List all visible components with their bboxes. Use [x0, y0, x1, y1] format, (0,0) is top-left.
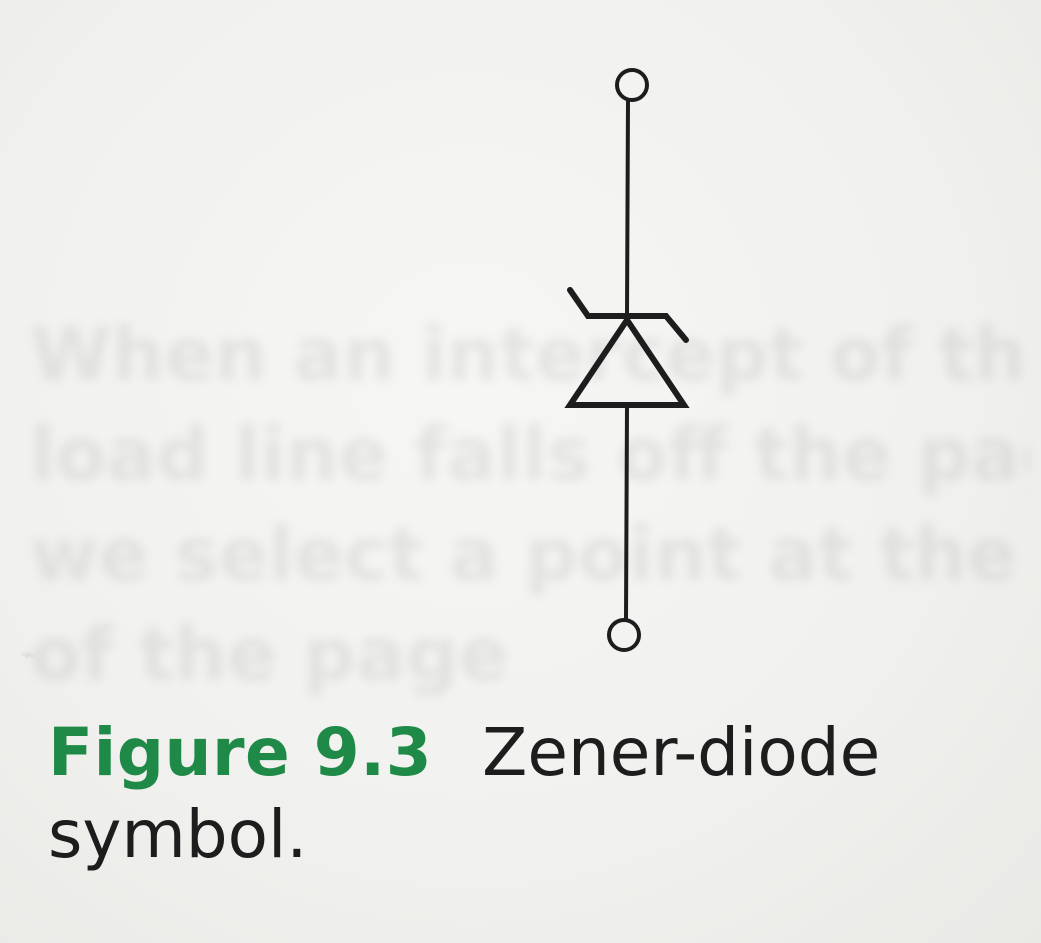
figure-title-continued: symbol. — [48, 796, 308, 873]
bottom-terminal — [607, 618, 641, 652]
figure-label: Figure 9.3 — [48, 714, 433, 791]
bottom-lead — [624, 403, 629, 622]
top-lead — [625, 98, 630, 318]
diode-triangle — [564, 314, 690, 408]
top-terminal — [615, 68, 649, 102]
figure-title: Zener-diode — [482, 714, 881, 791]
figure-caption: Figure 9.3 Zener-diode symbol. — [48, 712, 1028, 876]
